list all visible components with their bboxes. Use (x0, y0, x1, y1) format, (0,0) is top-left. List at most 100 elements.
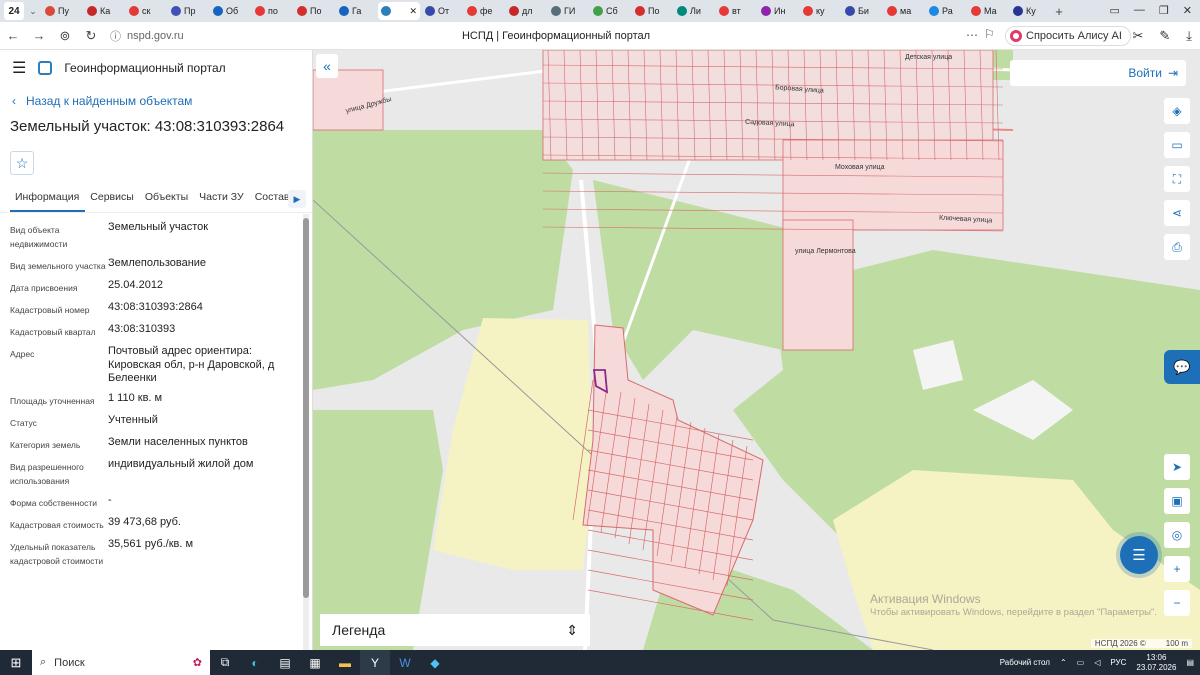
browser-tab[interactable]: фе (464, 2, 504, 20)
zoom-in-button[interactable]: + (1164, 556, 1190, 582)
clock[interactable]: 13:06 23.07.2026 (1136, 653, 1176, 673)
edge-icon[interactable]: ◐ (240, 650, 270, 675)
favicon-icon (255, 6, 265, 16)
chat-support-button[interactable]: ☰ (1120, 536, 1158, 574)
geolocation-icon[interactable]: ◎ (1164, 522, 1190, 548)
property-key: Дата присвоения (10, 283, 78, 293)
share-icon[interactable]: ⋖ (1164, 200, 1190, 226)
layers-icon[interactable]: ◈ (1164, 98, 1190, 124)
forward-arrow-icon[interactable]: → (26, 28, 52, 43)
map-view[interactable]: улица Дружбы Детская улица Боровая улица… (313, 50, 1200, 650)
login-button[interactable]: Войти ⇥ (1010, 60, 1186, 86)
browser-tab[interactable]: ку (800, 2, 840, 20)
browser-tab[interactable]: Пу (42, 2, 82, 20)
minimap-icon[interactable]: ▣ (1164, 488, 1190, 514)
yandex-browser-icon[interactable]: Y (360, 650, 390, 675)
windows-start-icon[interactable]: ⊞ (0, 655, 32, 671)
site-info-icon: ⓘ (110, 30, 121, 43)
notifications-icon[interactable]: ▤ (1186, 658, 1194, 667)
downloads-icon[interactable]: ⤓ (1186, 28, 1192, 44)
print-icon[interactable]: ⎙ (1164, 234, 1190, 260)
extensions-icon[interactable]: ✎ (1159, 28, 1170, 44)
reload-icon[interactable]: ↻ (78, 28, 104, 44)
back-arrow-icon[interactable]: ← (0, 28, 26, 43)
browser-tab[interactable]: По (294, 2, 334, 20)
browser-tab-label: дл (522, 6, 533, 16)
browser-tab[interactable]: По (632, 2, 672, 20)
scrollbar-thumb[interactable] (303, 218, 309, 598)
browser-tab[interactable]: Га (336, 2, 376, 20)
browser-tab[interactable]: по (252, 2, 292, 20)
browser-tab[interactable]: Ли (674, 2, 714, 20)
map-canvas[interactable] (313, 50, 1200, 650)
favicon-icon (425, 6, 435, 16)
word-icon[interactable]: W (390, 650, 420, 675)
assistant-button[interactable]: 💬 (1164, 350, 1200, 384)
browser-tab[interactable]: От (422, 2, 462, 20)
browser-tab[interactable]: вт (716, 2, 756, 20)
network-icon[interactable]: ▭ (1077, 658, 1085, 667)
minimize-button[interactable]: — (1134, 4, 1145, 17)
browser-tab[interactable]: ск (126, 2, 166, 20)
url-field[interactable]: ⓘ nspd.gov.ru (110, 28, 470, 44)
new-tab-button[interactable]: + (1050, 4, 1068, 19)
select-area-icon[interactable]: ⛶ (1164, 166, 1190, 192)
double-chevron-left-icon: « (323, 58, 331, 74)
browser-tab[interactable]: Ма (968, 2, 1008, 20)
tab-land-parts[interactable]: Части ЗУ (194, 187, 250, 212)
legend-dropdown[interactable]: Легенда ⇕ (320, 614, 590, 646)
locate-icon[interactable]: ➤ (1164, 454, 1190, 480)
tabs-scroll-right-icon[interactable]: ▶ (288, 190, 306, 208)
tab-objects[interactable]: Объекты (140, 187, 194, 212)
browser-tab[interactable]: Ка (84, 2, 124, 20)
bookmark-icon[interactable]: ▭ (1110, 4, 1120, 17)
calendar-app-icon[interactable]: ▦ (300, 650, 330, 675)
browser-tab[interactable]: ГИ (548, 2, 588, 20)
browser-tab[interactable]: Об (210, 2, 250, 20)
store-icon[interactable]: ▤ (270, 650, 300, 675)
property-row: Вид земельного участка Землепользование (10, 257, 312, 273)
tab-information[interactable]: Информация (10, 187, 86, 212)
volume-icon[interactable]: ◁ (1094, 658, 1100, 667)
ruler-icon[interactable]: ▭ (1164, 132, 1190, 158)
taskbar-search[interactable]: ⌕ Поиск ✿ (32, 650, 210, 675)
maximize-button[interactable]: ❐ (1159, 4, 1169, 17)
browser-tab[interactable]: Ин (758, 2, 798, 20)
browser-tab[interactable]: Пр (168, 2, 208, 20)
browser-tab[interactable]: ма (884, 2, 924, 20)
more-icon[interactable]: ⋯ (966, 28, 978, 42)
favicon-icon (971, 6, 981, 16)
menu-icon[interactable]: ☰ (12, 58, 26, 78)
app-cube-icon[interactable]: ◆ (420, 650, 450, 675)
collapse-panel-button[interactable]: « (316, 54, 338, 78)
task-view-icon[interactable]: ⧉ (210, 650, 240, 675)
folder-icon[interactable]: ▬ (330, 650, 360, 675)
property-row: Вид объекта недвижимости Земельный участо… (10, 221, 312, 251)
close-window-button[interactable]: ✕ (1183, 4, 1192, 17)
tray-chevron-icon[interactable]: ⌃ (1060, 658, 1067, 667)
tab-counter[interactable]: 24 (4, 2, 24, 20)
shield-icon[interactable]: ⊚ (52, 28, 78, 44)
address-bar: ← → ⊚ ↻ ⓘ nspd.gov.ru НСПД | Геоинформац… (0, 22, 1200, 50)
desktop-label[interactable]: Рабочий стол (1000, 658, 1050, 667)
favicon-icon (929, 6, 939, 16)
browser-tab[interactable]: Ку (1010, 2, 1050, 20)
tools-icon[interactable]: ✂ (1132, 28, 1143, 44)
chevron-down-icon[interactable]: ⌄ (24, 6, 42, 17)
tab-services[interactable]: Сервисы (85, 187, 140, 212)
browser-tab[interactable]: Ра (926, 2, 966, 20)
back-to-results-link[interactable]: ‹ Назад к найденным объектам (12, 94, 312, 108)
panel-scrollbar[interactable] (303, 214, 309, 650)
favicon-icon (129, 6, 139, 16)
favicon-icon (45, 6, 55, 16)
browser-tab-label: Би (858, 6, 869, 16)
language-indicator[interactable]: РУС (1110, 658, 1126, 667)
bookmark-flag-icon[interactable]: ⚐ (984, 27, 995, 41)
close-tab-icon[interactable]: ✕ (409, 6, 417, 17)
browser-tab[interactable]: Сб (590, 2, 630, 20)
favorite-star-button[interactable]: ☆ (10, 151, 34, 175)
browser-tab[interactable]: дл (506, 2, 546, 20)
browser-tab[interactable]: ✕ (378, 2, 420, 20)
ask-alisa-button[interactable]: Спросить Алису AI (1005, 26, 1131, 46)
browser-tab[interactable]: Би (842, 2, 882, 20)
